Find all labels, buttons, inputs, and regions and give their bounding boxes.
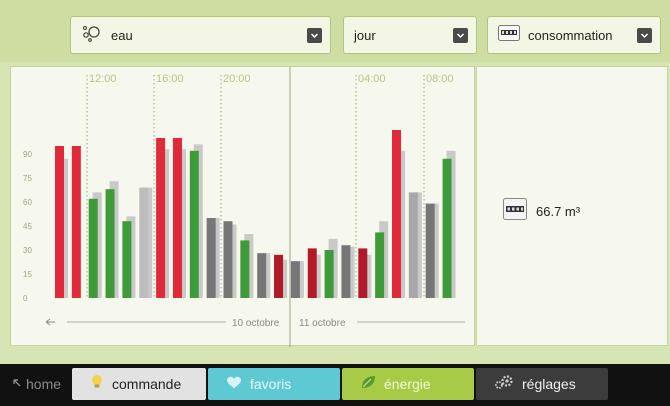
total-consumption: 66.7 m³ [503,198,580,225]
total-consumption-value: 66.7 m³ [536,204,581,219]
y-tick-label: 0 [23,294,28,303]
nav-energie[interactable]: énergie [342,368,474,400]
nav-home[interactable]: home [6,368,68,400]
bar [290,261,300,298]
nav-favoris[interactable]: favoris [208,368,340,400]
bar [257,253,267,298]
bar [156,138,166,298]
bar [139,187,149,298]
y-tick-label: 45 [23,222,32,231]
y-tick-label: 15 [23,270,32,279]
bar [172,138,182,298]
chevron-down-icon[interactable] [637,28,652,43]
bottom-nav: home commande favoris énergie réglages [0,364,670,406]
time-label: 20:00 [223,73,251,85]
y-tick-label: 30 [23,246,32,255]
bar [240,240,250,298]
consumption-chart: 0 15 30 45 60 75 90 12:00 16:00 20:00 04:00 08:00 10… [10,66,475,347]
bar [189,150,199,298]
bar [122,221,132,298]
period-label: jour [354,27,376,43]
bar [223,221,233,298]
bar [341,245,351,298]
bar [425,203,435,298]
info-panel: 66.7 m³ [476,66,668,346]
bar [274,254,284,298]
bar [206,218,216,298]
lightbulb-icon [90,374,104,395]
nav-energie-label: énergie [384,376,431,392]
time-label: 12:00 [89,73,117,85]
bar [324,250,334,298]
meter-icon [503,198,527,225]
water-drops-icon [81,24,101,47]
bar [71,146,81,298]
leaf-icon [360,374,376,395]
resource-dropdown[interactable]: eau [70,16,331,54]
time-label: 16:00 [156,73,184,85]
chevron-down-icon[interactable] [453,28,468,43]
date-label: 10 octobre [232,318,280,329]
time-label: 04:00 [358,73,386,85]
main-panel: eau jour consommation 0 15 30 45 60 75 9… [0,0,670,364]
time-label: 08:00 [426,73,454,85]
nav-commande-label: commande [112,376,182,392]
bar [392,130,401,298]
gears-icon [494,374,514,394]
back-arrow-icon [12,375,22,393]
nav-favoris-label: favoris [250,376,292,392]
bar [55,146,64,298]
y-tick-label: 75 [23,174,32,183]
y-tick-label: 60 [23,198,32,207]
resource-label: eau [111,27,133,43]
nav-home-label: home [26,376,62,392]
bar [307,248,317,298]
mode-dropdown[interactable]: consommation [487,16,661,54]
bar [358,248,368,298]
bar [442,158,452,298]
bar-chart-svg: 0 15 30 45 60 75 90 12:00 16:00 20:00 04:00 08:00 10… [23,67,465,347]
nav-reglages-label: réglages [522,376,576,392]
bar [105,189,115,298]
filter-bar: eau jour consommation [0,0,670,62]
bar [408,192,418,298]
nav-reglages[interactable]: réglages [476,368,608,400]
heart-icon [226,375,242,394]
y-tick-label: 90 [23,150,32,159]
meter-icon [498,24,520,46]
bar [375,232,385,298]
period-dropdown[interactable]: jour [343,16,477,54]
chevron-down-icon[interactable] [307,28,322,43]
mode-label: consommation [528,27,613,43]
date-label: 11 octobre [299,318,346,329]
bar [88,198,98,298]
nav-commande[interactable]: commande [72,368,206,400]
